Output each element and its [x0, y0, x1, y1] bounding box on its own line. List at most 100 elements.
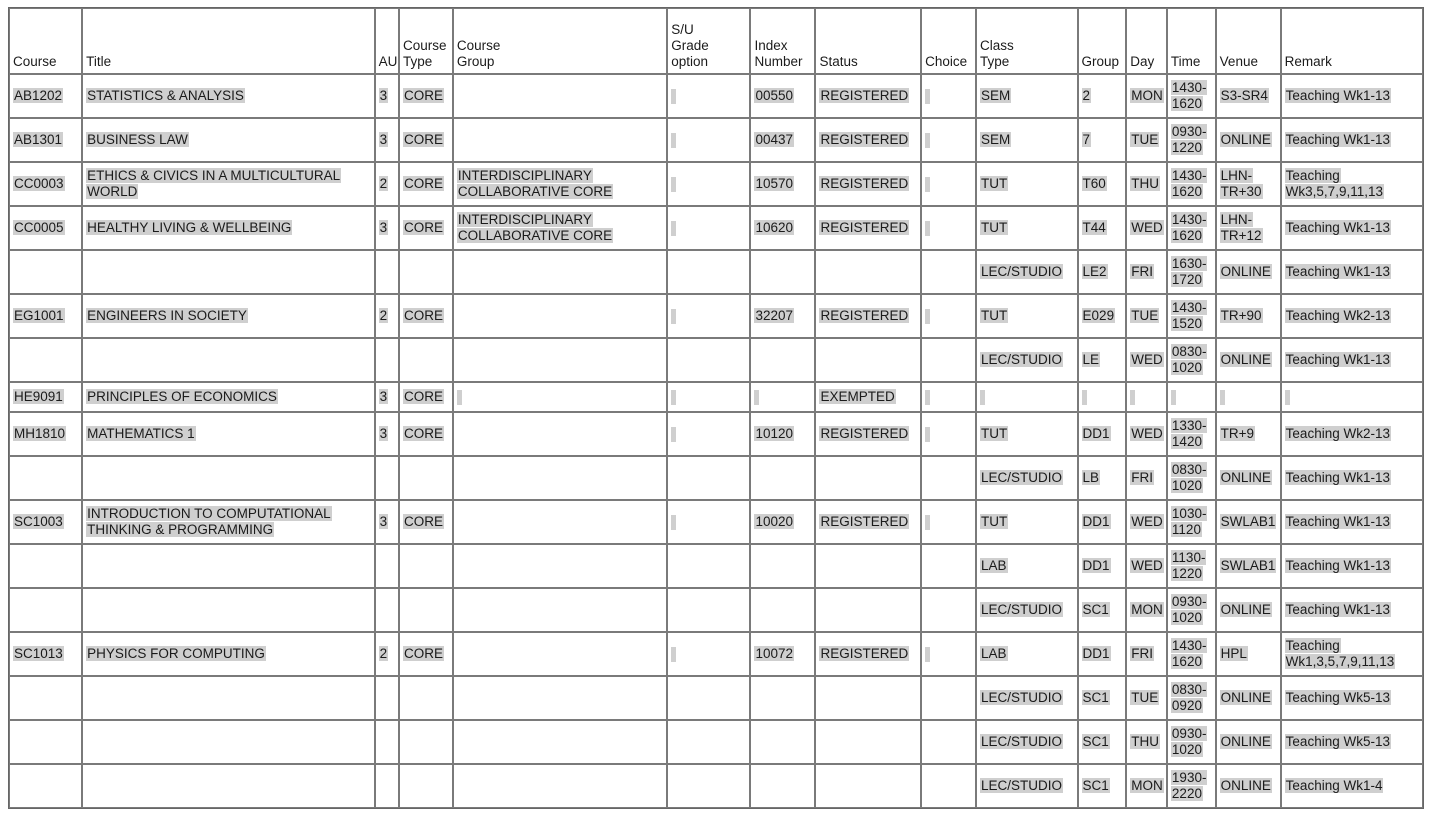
cell-value-course: AB1202 [13, 88, 64, 103]
cell-value-day: WED [1130, 558, 1164, 573]
cell-title [82, 456, 375, 500]
cell-course_group [452, 588, 668, 632]
cell-value-time: 0930-1020 [1170, 594, 1208, 625]
cell-class_type: LEC/STUDIO [975, 456, 1078, 500]
table-row: CC0005 HEALTHY LIVING & WELLBEING 3 CORE INT… [9, 206, 1423, 250]
cell-group: DD1 [1077, 544, 1127, 588]
cell-selection-marker [671, 220, 677, 236]
cell-title [82, 764, 375, 808]
cell-group: T60 [1077, 162, 1127, 206]
cell-value-venue: LHN-TR+12 [1219, 212, 1263, 243]
cell-course_type: CORE [399, 206, 453, 250]
cell-value-index_number: 10570 [754, 176, 795, 191]
cell-day: MON [1126, 74, 1167, 118]
cell-value-time: 1130-1220 [1170, 550, 1207, 581]
cell-choice [921, 74, 976, 118]
cell-value-title: HEALTHY LIVING & WELLBEING [86, 220, 293, 235]
cell-au: 3 [374, 74, 400, 118]
cell-course_group [452, 294, 668, 338]
cell-index_number: 00550 [750, 74, 816, 118]
cell-day [1126, 382, 1167, 412]
cell-course_group [452, 338, 668, 382]
cell-selection-marker [671, 88, 677, 104]
cell-value-group: 7 [1081, 132, 1092, 147]
cell-course [9, 588, 83, 632]
cell-value-au: 3 [378, 88, 389, 103]
cell-time: 0830-1020 [1166, 338, 1216, 382]
table-row: SC1003 INTRODUCTION TO COMPUTATIONAL THIN… [9, 500, 1423, 544]
table-row: LEC/STUDIO SC1 THU 0930-1020 ONLINE Teaching … [9, 720, 1423, 764]
cell-time: 1330-1420 [1166, 412, 1216, 456]
cell-selection-marker [979, 389, 985, 405]
cell-remark: Teaching Wk1,3,5,7,9,11,13 [1280, 632, 1423, 676]
cell-value-group: E029 [1081, 308, 1116, 323]
cell-choice [921, 118, 976, 162]
cell-course_type: CORE [399, 74, 453, 118]
cell-value-day: FRI [1130, 646, 1155, 661]
cell-title: BUSINESS LAW [82, 118, 375, 162]
column-header-time: Time [1166, 8, 1216, 74]
cell-group: SC1 [1077, 676, 1127, 720]
cell-value-class_type: TUT [979, 514, 1009, 529]
cell-course_type: CORE [399, 632, 453, 676]
cell-value-class_type: TUT [979, 308, 1009, 323]
table-row: LEC/STUDIO SC1 MON 0930-1020 ONLINE Teaching … [9, 588, 1423, 632]
column-header-su_grade_option: S/U Grade option [667, 8, 751, 74]
cell-selection-marker [671, 176, 677, 192]
cell-group: SC1 [1077, 764, 1127, 808]
cell-venue [1215, 382, 1281, 412]
cell-value-course: AB1301 [13, 132, 64, 147]
cell-value-class_type: LAB [979, 646, 1008, 661]
cell-choice [921, 500, 976, 544]
cell-value-au: 3 [378, 220, 389, 235]
cell-value-venue: ONLINE [1219, 734, 1272, 749]
cell-value-au: 2 [378, 646, 389, 661]
cell-value-time: 1430-1620 [1170, 80, 1208, 111]
cell-selection-marker [925, 646, 931, 662]
cell-day: FRI [1126, 250, 1167, 294]
cell-title: MATHEMATICS 1 [82, 412, 375, 456]
cell-course [9, 456, 83, 500]
course-registration-table: Course Title AU Course Type Course Group S/U … [8, 7, 1424, 809]
cell-value-index_number: 32207 [754, 308, 795, 323]
cell-class_type: LEC/STUDIO [975, 676, 1078, 720]
cell-status: REGISTERED [815, 500, 922, 544]
cell-value-title: PHYSICS FOR COMPUTING [86, 646, 266, 661]
cell-choice [921, 162, 976, 206]
cell-remark: Teaching Wk1-13 [1280, 338, 1423, 382]
cell-time: 0930-1020 [1166, 588, 1216, 632]
cell-value-day: TUE [1130, 690, 1160, 705]
cell-remark [1280, 382, 1423, 412]
cell-day: WED [1126, 500, 1167, 544]
cell-venue: LHN-TR+12 [1215, 206, 1281, 250]
cell-venue: ONLINE [1215, 764, 1281, 808]
cell-choice [921, 588, 976, 632]
cell-value-day: WED [1130, 352, 1164, 367]
cell-su_grade_option [667, 588, 751, 632]
cell-group: LB [1077, 456, 1127, 500]
cell-value-remark: Teaching Wk1-13 [1284, 352, 1391, 367]
cell-value-au: 3 [378, 132, 389, 147]
cell-value-time: 0930-1020 [1170, 726, 1208, 757]
cell-time: 1630-1720 [1166, 250, 1216, 294]
cell-value-day: MON [1130, 88, 1164, 103]
cell-title [82, 250, 375, 294]
cell-course: SC1003 [9, 500, 83, 544]
cell-value-class_type: LEC/STUDIO [979, 734, 1063, 749]
table-row: HE9091 PRINCIPLES OF ECONOMICS 3 CORE EXEMPT… [9, 382, 1423, 412]
cell-course_type: CORE [399, 294, 453, 338]
table-row: AB1301 BUSINESS LAW 3 CORE 00437 REGISTERED SE… [9, 118, 1423, 162]
cell-choice [921, 338, 976, 382]
cell-value-course_type: CORE [403, 308, 445, 323]
cell-su_grade_option [667, 74, 751, 118]
cell-value-course_type: CORE [403, 646, 445, 661]
table-row: LEC/STUDIO LE WED 0830-1020 ONLINE Teaching W… [9, 338, 1423, 382]
cell-selection-marker [925, 176, 931, 192]
cell-value-venue: LHN-TR+30 [1219, 168, 1263, 199]
cell-value-time: 1430-1620 [1170, 638, 1208, 669]
cell-index_number: 10120 [750, 412, 816, 456]
cell-value-venue: TR+9 [1219, 426, 1256, 441]
column-header-course: Course [9, 8, 83, 74]
cell-value-remark: Teaching Wk1-13 [1284, 514, 1391, 529]
cell-course_group: INTERDISCIPLINARY COLLABORATIVE CORE [452, 206, 668, 250]
